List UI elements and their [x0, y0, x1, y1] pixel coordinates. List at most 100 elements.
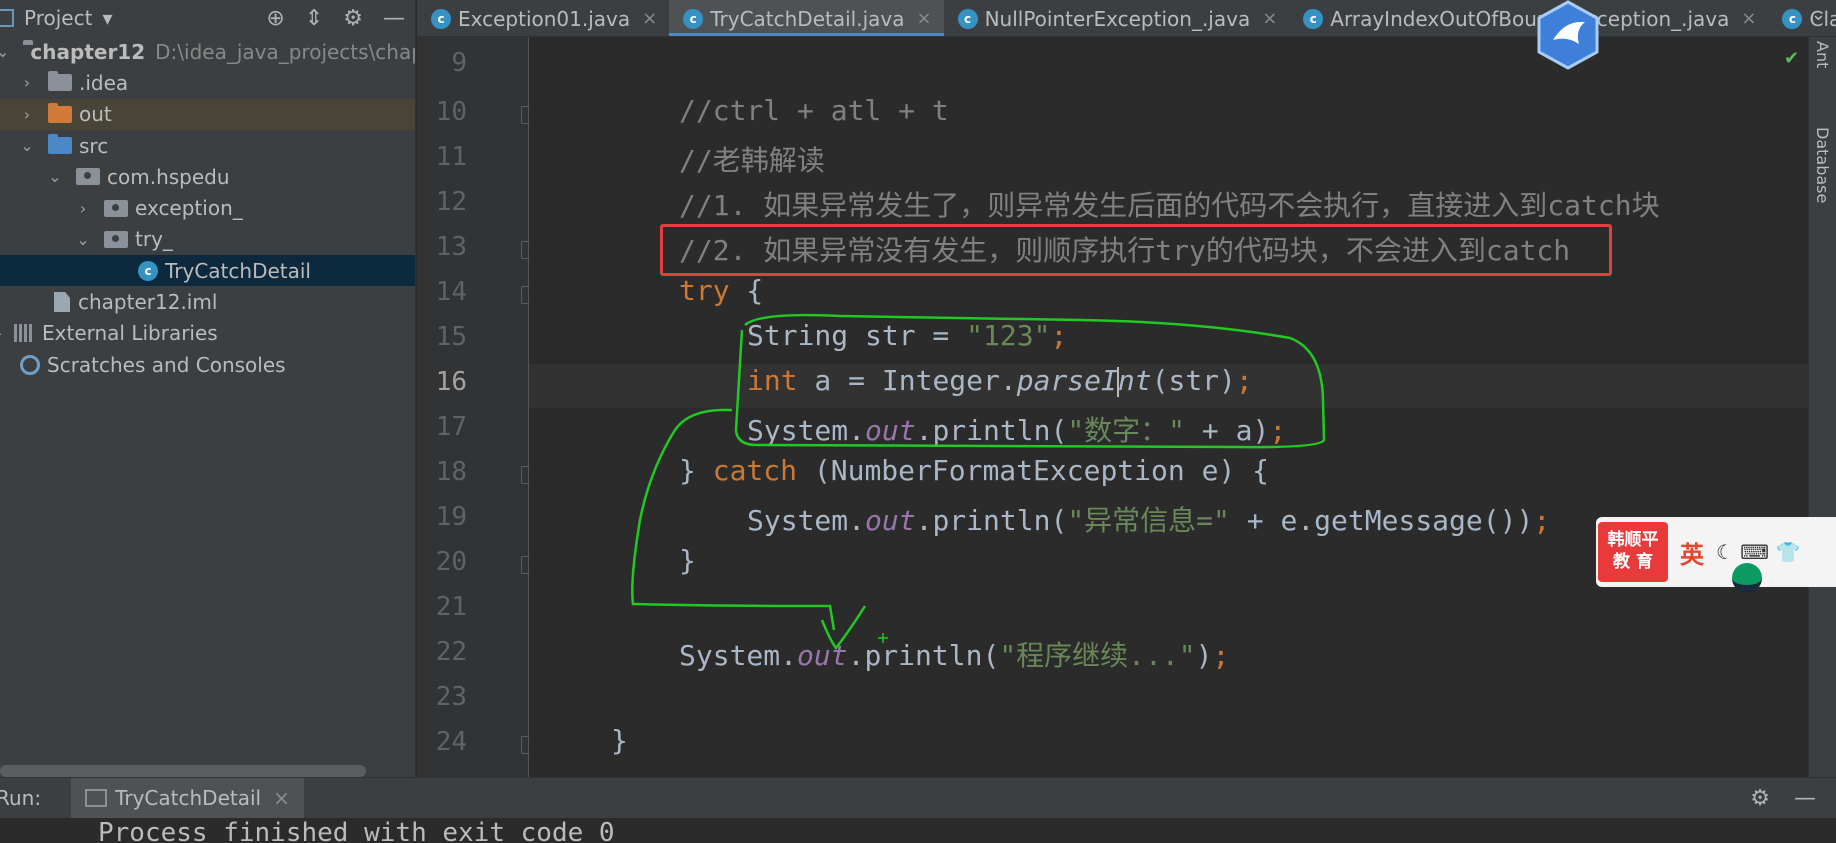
brand-logo-line2: 教 育: [1613, 552, 1653, 572]
chevron-down-icon[interactable]: ⌄: [76, 230, 90, 249]
sidebar-tools: ⊕ ⇕ ⚙ —: [266, 6, 405, 31]
line-number: 11: [435, 142, 467, 172]
code-text: + e.getMessage()): [1229, 504, 1534, 537]
gear-icon[interactable]: ⚙: [1750, 786, 1770, 811]
static-field: out: [797, 639, 848, 672]
line-number: 22: [435, 637, 467, 667]
chevron-right-icon[interactable]: ›: [0, 324, 6, 343]
run-config-icon: [85, 789, 108, 807]
brand-logo-line1: 韩顺平: [1607, 530, 1659, 550]
tab-trycatchdetail[interactable]: c TryCatchDetail.java ×: [669, 0, 944, 36]
semicolon: ;: [1212, 639, 1230, 672]
tree-item-label: TryCatchDetail: [165, 258, 311, 283]
tree-item-external-libraries[interactable]: › External Libraries: [0, 318, 415, 349]
string-literal: "数字：": [1067, 414, 1186, 447]
chevron-down-icon[interactable]: ▾: [102, 6, 112, 30]
close-icon[interactable]: ×: [916, 8, 931, 29]
code-text: (str): [1151, 364, 1236, 397]
java-class-icon: c: [431, 8, 451, 29]
line-number: 10: [435, 97, 467, 127]
tree-item-scratches[interactable]: Scratches and Consoles: [0, 349, 415, 380]
close-icon[interactable]: ×: [1741, 8, 1756, 29]
code-line-19: System.out.println("异常信息=" + e.getMessag…: [747, 499, 1550, 539]
code-text: System.: [679, 639, 798, 672]
chevron-down-icon[interactable]: ⌄: [20, 136, 34, 155]
floating-bird-logo-icon[interactable]: [1535, 0, 1601, 70]
ime-tool-icons[interactable]: ☾ ⌨ 👕: [1716, 540, 1800, 564]
package-icon: [104, 199, 128, 217]
code-text: }: [679, 454, 713, 487]
tab-arrayindexoutofbounds[interactable]: c ArrayIndexOutOfBoundsException_.java ×: [1289, 0, 1768, 36]
minimize-icon[interactable]: —: [1794, 786, 1816, 811]
tree-item-label: chapter12: [30, 39, 146, 64]
semicolon: ;: [1533, 504, 1551, 537]
tree-item-chapter12[interactable]: ⌄ chapter12 D:\idea_java_projects\chapt: [0, 36, 415, 67]
database-tool-button[interactable]: Database: [1813, 127, 1832, 203]
code-line-20: }: [679, 544, 696, 577]
collapse-all-icon[interactable]: ⇕: [305, 6, 323, 31]
run-header: Run: TryCatchDetail × ⚙ —: [0, 778, 1836, 818]
tree-item-com-hspedu[interactable]: ⌄ com.hspedu: [0, 161, 415, 192]
minimize-icon[interactable]: —: [383, 6, 405, 31]
code-line-14: try {: [679, 274, 763, 307]
tabs-overflow-chevron-icon[interactable]: ⌄: [1811, 4, 1826, 25]
java-class-icon: c: [1303, 8, 1324, 29]
semicolon: ;: [1269, 414, 1287, 447]
console-output[interactable]: Process finished with exit code 0: [0, 818, 1836, 843]
tree-item-trycatchdetail[interactable]: c TryCatchDetail: [0, 255, 415, 287]
code-text: {: [729, 274, 764, 307]
tree-item-chapter12-iml[interactable]: chapter12.iml: [0, 286, 415, 317]
annotation-highlight-box: [660, 224, 1612, 276]
run-panel: Run: TryCatchDetail × ⚙ — Process finish…: [0, 777, 1836, 843]
tree-item-out[interactable]: › out: [0, 98, 415, 130]
close-icon[interactable]: ×: [1262, 8, 1277, 29]
code-text: a = Integer.: [797, 364, 1017, 397]
tab-label: ArrayIndexOutOfBoundsException_.java: [1330, 6, 1730, 31]
chevron-down-icon[interactable]: ⌄: [48, 167, 62, 186]
line-number: 23: [435, 682, 467, 712]
tree-item-label: .idea: [79, 70, 129, 95]
scratches-icon: [20, 354, 40, 375]
close-icon[interactable]: ×: [273, 786, 290, 810]
ime-toolbar[interactable]: 韩顺平 教 育 英 ☾ ⌨ 👕: [1596, 517, 1836, 587]
tree-item-idea[interactable]: › .idea: [0, 67, 415, 98]
code-line-18: } catch (NumberFormatException e) {: [679, 454, 1269, 487]
tree-item-label: com.hspedu: [107, 164, 230, 189]
run-tab-trycatchdetail[interactable]: TryCatchDetail ×: [71, 778, 304, 818]
tree-item-src[interactable]: ⌄ src: [0, 130, 415, 161]
close-icon[interactable]: ×: [642, 8, 657, 29]
code-editor[interactable]: //ctrl + atl + t //老韩解读 //1. 如果异常发生了，则异常…: [529, 37, 1808, 777]
sidebar-horizontal-scrollbar[interactable]: [0, 765, 366, 777]
line-number: 9: [451, 48, 467, 78]
chevron-right-icon[interactable]: ›: [20, 73, 34, 92]
package-icon: [104, 230, 128, 248]
chevron-right-icon[interactable]: ›: [20, 105, 34, 124]
code-line-22: System.out.println("程序继续...");: [679, 634, 1229, 674]
code-text: String str =: [747, 319, 967, 352]
project-sidebar: Project ▾ ⊕ ⇕ ⚙ — ⌄ chapter12 D:\idea_ja…: [0, 0, 416, 777]
sidebar-header: Project ▾ ⊕ ⇕ ⚙ —: [0, 0, 415, 36]
tree-item-label: out: [79, 102, 112, 127]
gear-icon[interactable]: ⚙: [343, 6, 363, 31]
tree-item-exception[interactable]: › exception_: [0, 192, 415, 223]
chevron-down-icon[interactable]: ⌄: [0, 42, 9, 61]
ant-tool-button[interactable]: Ant: [1813, 41, 1832, 68]
inspection-ok-check-icon[interactable]: ✔: [1784, 48, 1799, 69]
tree-item-label: exception_: [135, 196, 243, 221]
run-tools: ⚙ —: [1750, 786, 1816, 811]
tree-item-try[interactable]: ⌄ try_: [0, 224, 415, 255]
sidebar-title[interactable]: Project: [24, 6, 92, 30]
keyword: catch: [712, 454, 798, 487]
chevron-right-icon[interactable]: ›: [76, 199, 90, 218]
folder-icon: [48, 71, 72, 92]
locate-icon[interactable]: ⊕: [266, 6, 284, 31]
ime-language-toggle[interactable]: 英: [1680, 535, 1704, 570]
code-text: System.: [747, 414, 866, 447]
code-line-17: System.out.println("数字：" + a);: [747, 409, 1286, 449]
tree-item-label: try_: [135, 227, 173, 252]
tab-nullpointerexception[interactable]: c NullPointerException_.java ×: [944, 0, 1290, 36]
tab-exception01[interactable]: c Exception01.java ×: [417, 0, 669, 36]
java-class-icon: c: [1782, 8, 1803, 29]
line-number: 19: [435, 502, 467, 532]
code-text: System.: [747, 504, 866, 537]
